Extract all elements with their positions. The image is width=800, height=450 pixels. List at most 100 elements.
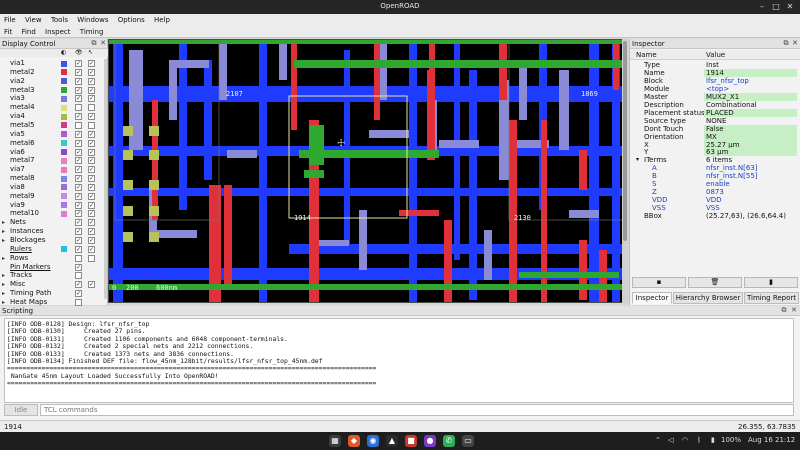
script-output-log[interactable]: [INFO ODB-0128] Design: lfsr_nfsr_top [IN… xyxy=(4,318,794,403)
property-row[interactable]: Orientation MX xyxy=(630,132,800,141)
display-row-metal2[interactable]: metal2 ✓ ✓ xyxy=(0,68,108,77)
expand-arrow-icon[interactable]: ▸ xyxy=(2,236,5,245)
camera-icon[interactable]: ◉ xyxy=(367,435,379,447)
layer-color-swatch[interactable] xyxy=(61,210,67,217)
timing-button[interactable]: Timing xyxy=(76,26,107,37)
property-row[interactable]: Dont Touch False xyxy=(630,124,800,133)
selectable-checkbox[interactable]: ✓ xyxy=(88,139,95,147)
property-value[interactable]: <top> xyxy=(704,85,729,93)
expand-arrow-icon[interactable]: ▸ xyxy=(2,289,5,298)
property-row[interactable]: Name 1914 xyxy=(630,68,800,77)
selectable-checkbox[interactable]: ✓ xyxy=(88,68,95,76)
collapse-arrow-icon[interactable]: ▾ xyxy=(636,156,639,164)
display-row-misc[interactable]: ▸ Misc ✓ ✓ xyxy=(0,280,108,289)
layer-color-swatch[interactable] xyxy=(61,157,67,164)
property-row[interactable]: VDD VDD xyxy=(630,196,800,204)
media-icon[interactable]: ■ xyxy=(405,435,417,447)
tab-inspector[interactable]: Inspector xyxy=(632,292,672,304)
display-row-timing-path[interactable]: ▸ Timing Path ✓ xyxy=(0,289,108,298)
expand-arrow-icon[interactable]: ▸ xyxy=(2,254,5,263)
minimize-icon[interactable]: – xyxy=(757,2,767,12)
display-row-metal7[interactable]: metal7 ✓ ✓ xyxy=(0,156,108,165)
layer-color-swatch[interactable] xyxy=(61,104,67,111)
visible-checkbox[interactable]: ✓ xyxy=(75,263,82,271)
close-panel-icon[interactable]: ✕ xyxy=(99,39,107,48)
display-row-via5[interactable]: via5 ✓ ✓ xyxy=(0,130,108,139)
selectable-checkbox[interactable]: ✓ xyxy=(88,95,95,103)
property-row[interactable]: Placement status PLACED xyxy=(630,108,800,117)
selectable-checkbox[interactable]: ✓ xyxy=(88,166,95,174)
visible-checkbox[interactable]: ✓ xyxy=(75,175,82,183)
property-row[interactable]: Senable xyxy=(630,180,800,188)
visible-checkbox[interactable]: ✓ xyxy=(75,201,82,209)
property-value[interactable]: VSS xyxy=(704,204,720,212)
display-row-metal6[interactable]: metal6 ✓ ✓ xyxy=(0,139,108,148)
display-row-nets[interactable]: ▸ Nets ✓ ✓ xyxy=(0,218,108,227)
selectable-checkbox[interactable]: ✓ xyxy=(88,228,95,236)
visible-checkbox[interactable]: ✓ xyxy=(75,290,82,298)
display-row-via1[interactable]: via1 ✓ ✓ xyxy=(0,59,108,68)
close-panel-icon[interactable]: ✕ xyxy=(790,306,798,315)
selectable-checkbox[interactable]: ✓ xyxy=(88,77,95,85)
tcl-command-input[interactable] xyxy=(40,404,794,416)
layer-color-swatch[interactable] xyxy=(61,175,67,182)
visible-checkbox[interactable]: ✓ xyxy=(75,166,82,174)
bluetooth-icon[interactable]: ᛒ xyxy=(697,436,701,444)
property-value[interactable]: 25.27 μm xyxy=(704,140,797,149)
selectable-checkbox[interactable] xyxy=(88,254,95,262)
property-row[interactable]: Anfsr_inst.N[63] xyxy=(630,164,800,172)
visible-checkbox[interactable] xyxy=(75,254,82,262)
property-row[interactable]: Master MUX2_X1 xyxy=(630,92,800,101)
visible-checkbox[interactable] xyxy=(75,298,82,306)
app-grid-icon[interactable]: ▦ xyxy=(329,435,341,447)
openroad-app-icon[interactable]: ▲ xyxy=(386,435,398,447)
expand-arrow-icon[interactable]: ▸ xyxy=(2,227,5,236)
layout-canvas[interactable]: ☩ xyxy=(109,40,623,303)
layer-color-swatch[interactable] xyxy=(61,166,67,173)
layer-color-swatch[interactable] xyxy=(61,122,67,129)
property-row[interactable]: Source type NONE xyxy=(630,117,800,125)
layer-color-swatch[interactable] xyxy=(61,78,67,85)
selectable-checkbox[interactable]: ✓ xyxy=(88,183,95,191)
menu-help[interactable]: Help xyxy=(150,14,173,25)
select-button[interactable]: ▪ xyxy=(632,277,686,288)
display-row-metal8[interactable]: metal8 ✓ ✓ xyxy=(0,174,108,183)
display-row-rows[interactable]: ▸ Rows xyxy=(0,254,108,263)
menu-windows[interactable]: Windows xyxy=(73,14,111,25)
display-row-via9[interactable]: via9 ✓ ✓ xyxy=(0,201,108,210)
layout-vertical-scrollbar[interactable] xyxy=(622,39,628,303)
visible-checkbox[interactable]: ✓ xyxy=(75,157,82,165)
display-control-scrollbar[interactable] xyxy=(104,59,107,299)
visible-checkbox[interactable]: ✓ xyxy=(75,219,82,227)
property-row[interactable]: ▾ ITerms 6 items xyxy=(630,156,800,164)
property-row[interactable]: VSS VSS xyxy=(630,204,800,212)
display-row-metal3[interactable]: metal3 ✓ ✓ xyxy=(0,86,108,95)
selectable-checkbox[interactable]: ✓ xyxy=(88,157,95,165)
display-row-via2[interactable]: via2 ✓ ✓ xyxy=(0,77,108,86)
display-row-via8[interactable]: via8 ✓ ✓ xyxy=(0,183,108,192)
whatsapp-icon[interactable]: ✆ xyxy=(443,435,455,447)
property-value[interactable]: MUX2_X1 xyxy=(704,92,797,101)
visible-checkbox[interactable]: ✓ xyxy=(75,183,82,191)
visible-checkbox[interactable]: ✓ xyxy=(75,210,82,218)
fit-button[interactable]: Fit xyxy=(0,26,15,37)
property-row[interactable]: Module <top> xyxy=(630,85,800,93)
menu-options[interactable]: Options xyxy=(114,14,148,25)
property-value[interactable]: nfsr_inst.N[63] xyxy=(704,164,758,172)
visible-checkbox[interactable]: ✓ xyxy=(75,148,82,156)
display-row-via3[interactable]: via3 ✓ ✓ xyxy=(0,94,108,103)
property-value[interactable]: VDD xyxy=(704,196,722,204)
menu-file[interactable]: File xyxy=(0,14,19,25)
selectable-checkbox[interactable]: ✓ xyxy=(88,175,95,183)
chat-app-icon[interactable]: ● xyxy=(424,435,436,447)
visible-checkbox[interactable]: ✓ xyxy=(75,86,82,94)
layer-color-swatch[interactable] xyxy=(61,202,67,209)
display-row-via7[interactable]: via7 ✓ ✓ xyxy=(0,165,108,174)
close-panel-icon[interactable]: ✕ xyxy=(791,39,799,48)
layer-color-swatch[interactable] xyxy=(61,246,67,253)
expand-arrow-icon[interactable]: ▸ xyxy=(2,280,5,289)
property-value[interactable]: MX xyxy=(704,132,797,141)
selectable-checkbox[interactable]: ✓ xyxy=(88,245,95,253)
float-icon[interactable]: ⧉ xyxy=(780,306,788,315)
display-row-rulers[interactable]: Rulers ✓ ✓ xyxy=(0,245,108,254)
